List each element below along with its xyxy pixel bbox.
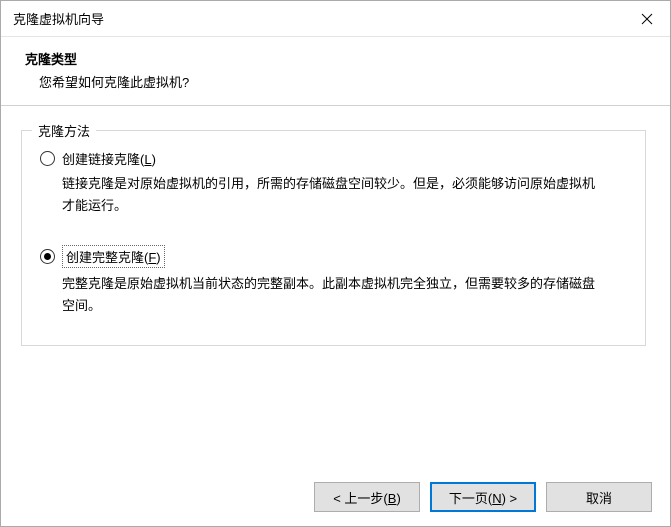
linked-clone-desc: 链接克隆是对原始虚拟机的引用，所需的存储磁盘空间较少。但是，必须能够访问原始虚拟… (40, 173, 600, 217)
linked-clone-option: 创建链接克隆(L) 链接克隆是对原始虚拟机的引用，所需的存储磁盘空间较少。但是，… (40, 149, 627, 217)
close-button[interactable] (624, 1, 670, 37)
radio-icon (40, 151, 55, 166)
full-clone-radio[interactable]: 创建完整克隆(F) (40, 245, 627, 268)
cancel-button[interactable]: 取消 (546, 482, 652, 512)
clone-method-group: 克隆方法 创建链接克隆(L) 链接克隆是对原始虚拟机的引用，所需的存储磁盘空间较… (21, 130, 646, 346)
titlebar: 克隆虚拟机向导 (1, 1, 670, 37)
page-title: 克隆类型 (25, 49, 646, 68)
full-clone-label: 创建完整克隆(F) (62, 245, 165, 268)
full-clone-option: 创建完整克隆(F) 完整克隆是原始虚拟机当前状态的完整副本。此副本虚拟机完全独立… (40, 245, 627, 317)
wizard-footer: < 上一步(B) 下一页(N) > 取消 (1, 470, 670, 526)
radio-icon (40, 249, 55, 264)
back-button[interactable]: < 上一步(B) (314, 482, 420, 512)
wizard-header: 克隆类型 您希望如何克隆此虚拟机? (1, 37, 670, 106)
linked-clone-radio[interactable]: 创建链接克隆(L) (40, 149, 627, 168)
wizard-content: 克隆方法 创建链接克隆(L) 链接克隆是对原始虚拟机的引用，所需的存储磁盘空间较… (1, 106, 670, 470)
radio-dot-icon (44, 253, 51, 260)
linked-clone-label: 创建链接克隆(L) (62, 149, 156, 168)
full-clone-desc: 完整克隆是原始虚拟机当前状态的完整副本。此副本虚拟机完全独立，但需要较多的存储磁… (40, 273, 600, 317)
group-label: 克隆方法 (32, 121, 96, 140)
page-subtitle: 您希望如何克隆此虚拟机? (25, 72, 646, 91)
window-title: 克隆虚拟机向导 (13, 9, 104, 28)
wizard-window: 克隆虚拟机向导 克隆类型 您希望如何克隆此虚拟机? 克隆方法 创建链接克隆(L)… (0, 0, 671, 527)
next-button[interactable]: 下一页(N) > (430, 482, 536, 512)
close-icon (641, 13, 653, 25)
